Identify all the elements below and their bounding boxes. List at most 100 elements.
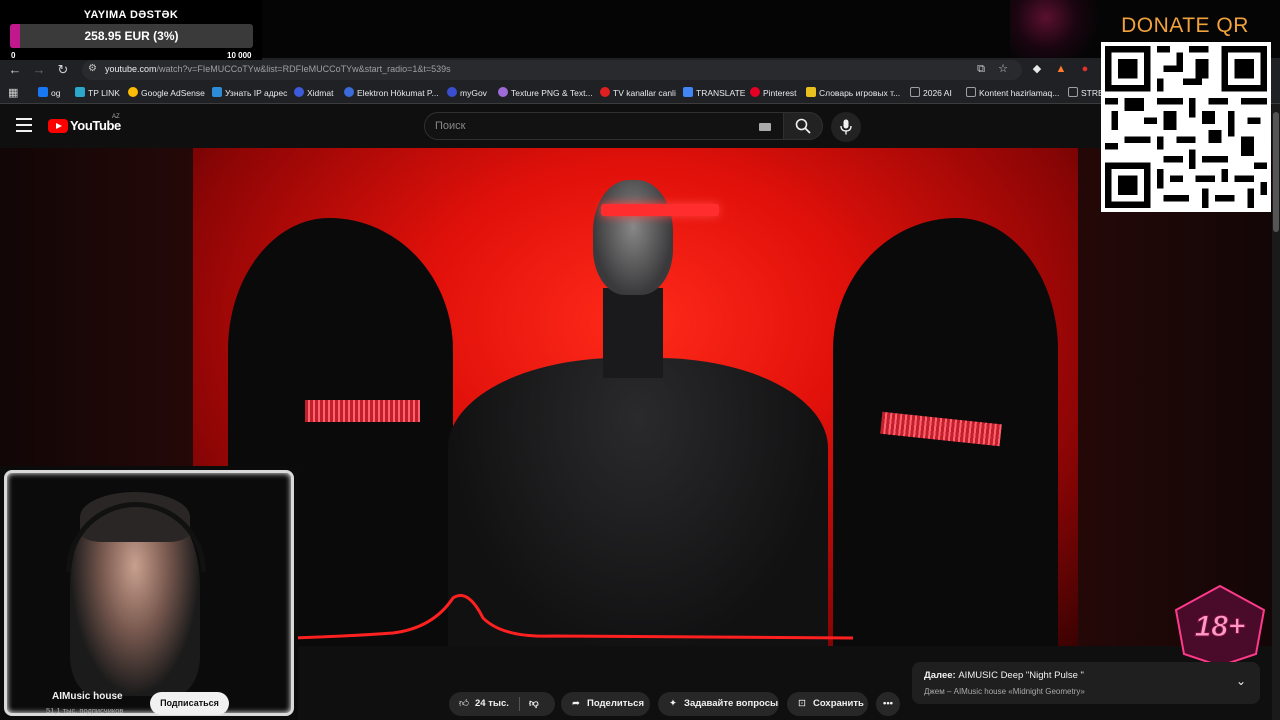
url-text[interactable]: youtube.com/watch?v=FIeMUCCoTYw&list=RDF… bbox=[105, 64, 451, 74]
up-next-title: Далее: AIMUSIC Deep "Night Pulse " bbox=[924, 670, 1084, 681]
donation-goal-widget: YAYIMA DƏSTƏK 258.95 EUR (3%) 0 10 000 bbox=[0, 0, 262, 60]
webcam-overlay bbox=[0, 466, 298, 720]
red-visor bbox=[601, 204, 719, 216]
search-button[interactable] bbox=[783, 112, 823, 140]
bookmark-item[interactable]: Elektron Hökumat P... bbox=[344, 86, 439, 100]
xidmat-icon bbox=[294, 87, 304, 97]
country-code: AZ bbox=[112, 114, 120, 120]
bookmark-folder[interactable]: Kontent hazirlamaq... bbox=[966, 86, 1059, 100]
ambient-glow-right bbox=[1078, 148, 1280, 646]
translate-icon bbox=[683, 87, 693, 97]
menu-icon[interactable] bbox=[16, 118, 32, 132]
donation-progress-bar: 258.95 EUR (3%) bbox=[10, 24, 253, 48]
youtube-play-icon bbox=[48, 119, 68, 133]
keyboard-icon[interactable] bbox=[759, 123, 771, 131]
sparkle-icon: ✦ bbox=[669, 698, 677, 709]
like-button[interactable]: 👍︎ 24 тыс. 👎︎ bbox=[449, 692, 555, 716]
ask-label: Задавайте вопросы bbox=[684, 698, 779, 709]
video-frame[interactable] bbox=[193, 148, 1078, 646]
bookmark-folder[interactable]: 2026 AI bbox=[910, 86, 952, 100]
share-arrow-icon: ➦ bbox=[572, 698, 580, 709]
stream-sparkles-decoration bbox=[1010, 0, 1100, 58]
qr-code-icon bbox=[1105, 46, 1267, 208]
google-icon bbox=[128, 87, 138, 97]
donation-title: YAYIMA DƏSTƏK bbox=[83, 9, 179, 21]
tplink-icon bbox=[75, 87, 85, 97]
youtube-header: YouTube AZ Поиск bbox=[0, 104, 1280, 148]
age-restriction-badge: 18+ bbox=[1174, 584, 1266, 668]
bookmark-star-icon[interactable]: ☆ bbox=[996, 62, 1010, 76]
bookmark-item[interactable]: TRANSLATE bbox=[683, 86, 745, 100]
save-button[interactable]: ⊡ Сохранить bbox=[787, 692, 868, 716]
microphone-icon bbox=[840, 119, 852, 135]
audio-waveform bbox=[293, 594, 853, 640]
address-bar[interactable]: ⚙ youtube.com/watch?v=FIeMUCCoTYw&list=R… bbox=[82, 60, 1022, 80]
bookmark-item[interactable]: og bbox=[38, 86, 60, 100]
like-count: 24 тыс. bbox=[475, 698, 509, 709]
thumbs-down-icon[interactable]: 👎︎ bbox=[529, 692, 539, 716]
texture-icon bbox=[498, 87, 508, 97]
mygov-icon bbox=[447, 87, 457, 97]
woman-neck bbox=[603, 288, 663, 378]
apps-grid-icon[interactable]: ▦ bbox=[8, 86, 18, 100]
bookmark-item[interactable]: TV kanallar canli bbox=[600, 86, 676, 100]
tv-icon bbox=[600, 87, 610, 97]
subscribe-button[interactable]: Подписаться bbox=[150, 692, 229, 715]
extension-badge-icon[interactable]: ● bbox=[1078, 62, 1092, 76]
install-app-icon[interactable]: ⧉ bbox=[974, 62, 988, 76]
dictionary-icon bbox=[806, 87, 816, 97]
scrollbar-thumb[interactable] bbox=[1273, 112, 1279, 232]
bookmark-item[interactable]: TP LINK bbox=[75, 86, 120, 100]
donation-amount: 258.95 EUR (3%) bbox=[84, 29, 179, 43]
donation-min-label: 0 bbox=[11, 51, 16, 60]
donate-qr-label: DONATE QR bbox=[1121, 14, 1249, 37]
more-actions-button[interactable]: ••• bbox=[876, 692, 900, 716]
site-info-icon[interactable]: ⚙ bbox=[88, 63, 100, 75]
folder-icon bbox=[1068, 87, 1078, 97]
bookmark-item[interactable]: Xidmat bbox=[294, 86, 333, 100]
egov-icon bbox=[344, 87, 354, 97]
channel-name[interactable]: AIMusic house bbox=[52, 691, 123, 702]
bookmarks-bar: ▦ og TP LINK Google AdSense Узнать IP ад… bbox=[0, 82, 1280, 104]
folder-icon bbox=[910, 87, 920, 97]
bookmark-item[interactable]: Словарь игровых т... bbox=[806, 86, 900, 100]
extension-icon[interactable]: ◆ bbox=[1030, 62, 1044, 76]
search-placeholder: Поиск bbox=[435, 120, 466, 132]
save-label: Сохранить bbox=[813, 698, 864, 709]
voice-search-button[interactable] bbox=[831, 112, 861, 142]
woman-head bbox=[593, 180, 673, 295]
bookmark-item[interactable]: Узнать IP адрес bbox=[212, 86, 287, 100]
webcam-frame bbox=[4, 470, 294, 716]
up-next-subtitle: Джем – AIMusic house «Midnight Geometry» bbox=[924, 687, 1085, 696]
thumbs-up-icon: 👍︎ bbox=[459, 698, 469, 709]
search-icon bbox=[795, 118, 811, 134]
share-button[interactable]: ➦ Поделиться bbox=[561, 692, 650, 716]
bookmark-item[interactable]: Google AdSense bbox=[128, 86, 205, 100]
youtube-logo-text: YouTube bbox=[70, 118, 121, 133]
forward-arrow-icon[interactable]: → bbox=[31, 62, 47, 78]
search-input[interactable]: Поиск bbox=[424, 112, 784, 140]
bookmark-item[interactable]: myGov bbox=[447, 86, 487, 100]
like-divider bbox=[519, 697, 520, 711]
bookmark-item[interactable]: Pinterest bbox=[750, 86, 797, 100]
reload-icon[interactable]: ↻ bbox=[55, 62, 71, 78]
chevron-down-icon[interactable]: ⌄ bbox=[1236, 674, 1246, 688]
age-badge-text: 18+ bbox=[1195, 610, 1246, 643]
folder-icon bbox=[966, 87, 976, 97]
facebook-icon bbox=[38, 87, 48, 97]
page-scrollbar[interactable] bbox=[1272, 104, 1280, 720]
bookmark-item[interactable]: Texture PNG & Text... bbox=[498, 86, 593, 100]
back-arrow-icon[interactable]: ← bbox=[7, 62, 23, 78]
ip-icon bbox=[212, 87, 222, 97]
pinterest-icon bbox=[750, 87, 760, 97]
bookmark-folder[interactable]: STRE bbox=[1068, 86, 1104, 100]
share-label: Поделиться bbox=[587, 698, 645, 709]
up-next-card[interactable]: Далее: AIMUSIC Deep "Night Pulse " Джем … bbox=[912, 662, 1260, 704]
donation-max-label: 10 000 bbox=[227, 51, 252, 60]
subscriber-count: 51,1 тыс. подписчиков bbox=[46, 706, 124, 715]
donate-qr-code bbox=[1101, 42, 1271, 212]
collar-left bbox=[305, 400, 420, 422]
ask-questions-button[interactable]: ✦ Задавайте вопросы bbox=[658, 692, 779, 716]
bookmark-icon: ⊡ bbox=[798, 698, 806, 709]
extension-fox-icon[interactable]: ▲ bbox=[1054, 62, 1068, 76]
